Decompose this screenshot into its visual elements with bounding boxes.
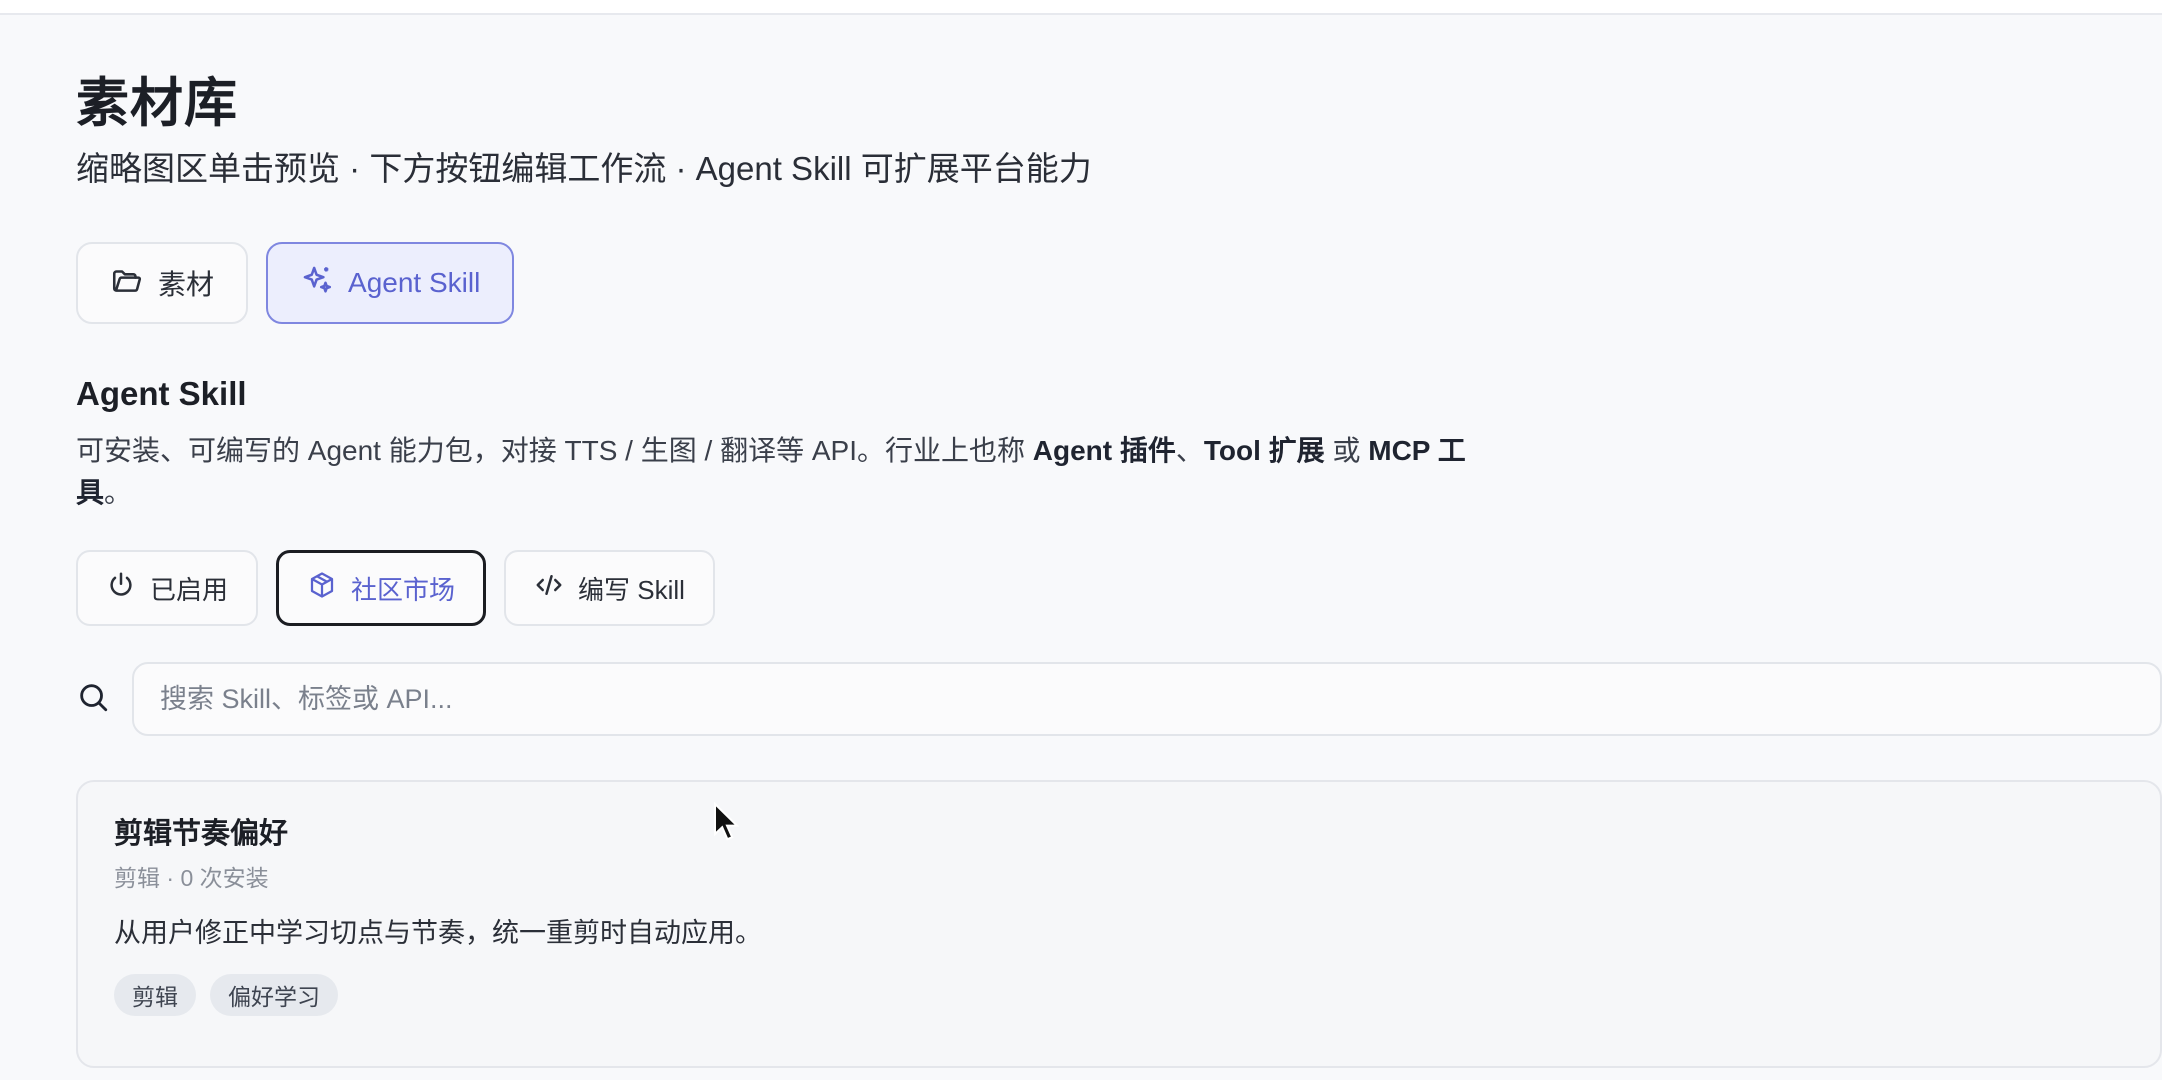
page-subtitle: 缩略图区单击预览 · 下方按钮编辑工作流 · Agent Skill 可扩展平台… xyxy=(76,150,1092,187)
skill-card-title: 剪辑节奏偏好 xyxy=(114,818,289,850)
search-input[interactable] xyxy=(132,662,2162,736)
desc-text: 可安装、可编写的 Agent 能力包，对接 TTS / 生图 / 翻译等 API… xyxy=(76,435,1033,466)
subtab-enabled[interactable]: 已启用 xyxy=(76,550,259,626)
section-title: Agent Skill xyxy=(76,375,247,412)
code-icon xyxy=(534,570,564,607)
section-description: 可安装、可编写的 Agent 能力包，对接 TTS / 生图 / 翻译等 API… xyxy=(76,430,1516,514)
subtab-community-market[interactable]: 社区市场 xyxy=(276,550,487,626)
skill-card-meta: 剪辑 · 0 次安装 xyxy=(114,865,269,891)
top-bar xyxy=(0,0,2162,15)
mouse-cursor-icon xyxy=(714,802,739,841)
sparkles-icon xyxy=(300,263,334,304)
skill-card-tags: 剪辑 偏好学习 xyxy=(114,974,2124,1016)
tag-chip[interactable]: 偏好学习 xyxy=(210,974,338,1016)
subtab-label: 编写 Skill xyxy=(578,574,685,605)
skill-card[interactable]: 剪辑节奏偏好 剪辑 · 0 次安装 从用户修正中学习切点与节奏，统一重剪时自动应… xyxy=(76,780,2162,1068)
skill-subtabs: 已启用 社区市场 编写 Skill xyxy=(76,550,2162,626)
search-icon xyxy=(76,680,110,719)
desc-text: 、 xyxy=(1175,435,1204,466)
power-icon xyxy=(106,570,136,607)
page-title: 素材库 xyxy=(76,74,238,133)
desc-text: 。 xyxy=(104,477,133,508)
tab-label: 素材 xyxy=(158,269,215,300)
material-library-page: 素材库 缩略图区单击预览 · 下方按钮编辑工作流 · Agent Skill 可… xyxy=(76,68,2162,1068)
package-icon xyxy=(307,570,337,607)
tab-materials[interactable]: 素材 xyxy=(76,242,249,324)
subtab-label: 已启用 xyxy=(150,574,229,605)
desc-text: 或 xyxy=(1324,435,1369,466)
main-tabs: 素材 Agent Skill xyxy=(76,242,2162,324)
tab-agent-skill[interactable]: Agent Skill xyxy=(266,242,515,324)
desc-keyword-tool-extension: Tool 扩展 xyxy=(1203,435,1325,466)
search-row xyxy=(76,662,2162,736)
skill-card-description: 从用户修正中学习切点与节奏，统一重剪时自动应用。 xyxy=(114,918,762,948)
tab-label: Agent Skill xyxy=(348,267,481,298)
tag-chip[interactable]: 剪辑 xyxy=(114,974,196,1016)
desc-keyword-agent-plugin: Agent 插件 xyxy=(1032,435,1176,466)
subtab-label: 社区市场 xyxy=(351,574,456,605)
folder-open-icon xyxy=(110,263,144,304)
subtab-write-skill[interactable]: 编写 Skill xyxy=(504,550,715,626)
